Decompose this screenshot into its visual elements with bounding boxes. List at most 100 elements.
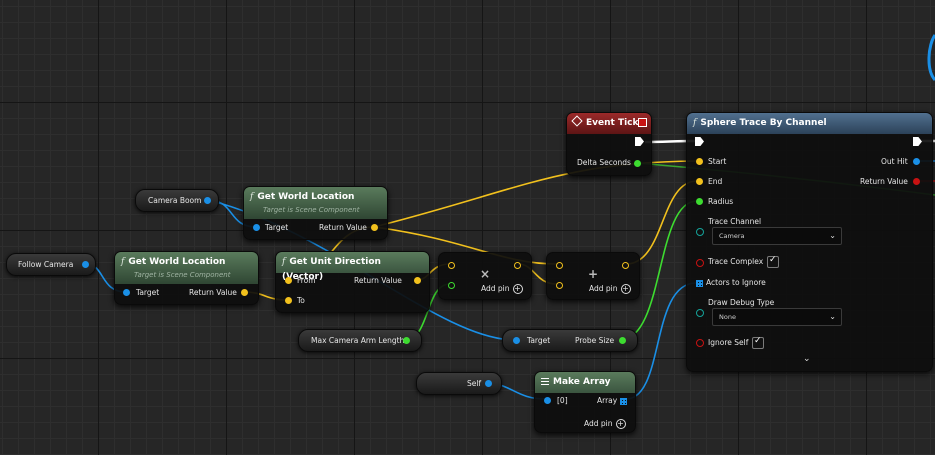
unit-dir-to-pin[interactable] (285, 297, 292, 304)
ignore-self-pin[interactable] (696, 339, 704, 347)
multiply-add-pin[interactable]: Add pin + (481, 284, 523, 294)
offscreen-node-edge (927, 34, 935, 82)
probe-target-pin[interactable] (513, 337, 520, 344)
probe-size-pin[interactable] (619, 337, 626, 344)
gwl1-header[interactable]: f Get World Location Target is Scene Comp… (244, 187, 387, 219)
multiply-a-pin[interactable] (448, 262, 455, 269)
max-camera-arm-length-label: Max Camera Arm Length (311, 336, 405, 345)
trace-complex-checkbox[interactable]: ✓ (767, 255, 779, 268)
camera-boom-node[interactable]: Camera Boom (135, 189, 219, 212)
expand-chevron-icon[interactable]: ⌄ (803, 354, 811, 364)
return-value-label: Return Value (860, 177, 908, 186)
event-tick-header[interactable]: Event Tick (567, 113, 651, 134)
unit-dir-from-pin[interactable] (285, 277, 292, 284)
multiply-node[interactable]: × Add pin + (438, 252, 532, 300)
add-node[interactable]: + Add pin + (546, 252, 640, 300)
exec-out-pin[interactable] (635, 137, 644, 146)
follow-camera-pin[interactable] (82, 261, 89, 268)
probe-size-node[interactable]: Target Probe Size (502, 329, 638, 352)
probe-target-label: Target (527, 336, 551, 345)
make-array-out-pin[interactable] (620, 398, 627, 405)
return-value-pin[interactable] (913, 178, 920, 185)
ignore-self-checkbox[interactable]: ✓ (752, 336, 764, 349)
event-icon (571, 115, 583, 127)
unit-dir-return-label: Return Value (354, 276, 402, 285)
unit-dir-from-label: From (297, 276, 316, 285)
trace-channel-value: Camera (719, 232, 745, 240)
add-add-pin[interactable]: Add pin + (589, 284, 631, 294)
add-add-pin-label: Add pin (589, 284, 618, 293)
radius-label: Radius (708, 197, 734, 206)
exec-then-pin[interactable] (913, 137, 922, 146)
make-array-header[interactable]: Make Array (535, 372, 635, 393)
draw-debug-type-label: Draw Debug Type (708, 298, 775, 307)
exec-in-pin[interactable] (695, 137, 704, 146)
sphere-trace-node[interactable]: f Sphere Trace By Channel Start Out Hit E… (686, 112, 933, 372)
start-label: Start (708, 157, 727, 166)
multiply-out-pin[interactable] (514, 262, 521, 269)
gwl1-target-pin[interactable] (253, 224, 260, 231)
delta-seconds-pin[interactable] (634, 160, 641, 167)
self-pin[interactable] (485, 380, 492, 387)
event-stop-icon (638, 118, 647, 127)
start-pin[interactable] (696, 158, 703, 165)
blueprint-graph[interactable]: Event Tick Delta Seconds f Sphere Trace B… (0, 0, 935, 455)
make-array-node[interactable]: Make Array [0] Array Add pin + (534, 371, 636, 433)
draw-debug-pin[interactable] (696, 309, 704, 317)
out-hit-pin[interactable] (913, 158, 920, 165)
multiply-b-pin[interactable] (448, 282, 455, 289)
unit-dir-header[interactable]: f Get Unit Direction (Vector) (276, 252, 429, 282)
make-array-title: Make Array (553, 377, 611, 387)
event-tick-node[interactable]: Event Tick Delta Seconds (566, 112, 652, 176)
follow-camera-node[interactable]: Follow Camera (6, 253, 96, 276)
add-pin-icon: + (512, 284, 523, 294)
end-pin[interactable] (696, 178, 703, 185)
self-label: Self (467, 379, 482, 388)
multiply-add-pin-label: Add pin (481, 284, 510, 293)
function-icon: f (693, 118, 697, 128)
make-array-item0-pin[interactable] (544, 397, 551, 404)
unit-dir-return-pin[interactable] (414, 277, 421, 284)
add-out-pin[interactable] (622, 262, 629, 269)
array-pin-icon[interactable] (696, 280, 703, 287)
get-world-location-node-1[interactable]: f Get World Location Target is Scene Comp… (243, 186, 388, 240)
camera-boom-label: Camera Boom (148, 196, 202, 205)
gwl1-return-pin[interactable] (371, 224, 378, 231)
add-symbol: + (588, 267, 599, 281)
gwl2-return-pin[interactable] (241, 289, 248, 296)
gwl2-target-pin[interactable] (123, 289, 130, 296)
max-camera-arm-length-node[interactable]: Max Camera Arm Length (298, 329, 422, 352)
max-camera-arm-length-pin[interactable] (403, 337, 410, 344)
gwl1-title: Get World Location (257, 192, 355, 202)
trace-complex-pin[interactable] (696, 259, 704, 267)
function-icon: f (282, 257, 286, 267)
trace-complex-label: Trace Complex (708, 257, 764, 266)
radius-pin[interactable] (696, 198, 703, 205)
make-array-add-pin[interactable]: Add pin + (584, 419, 626, 429)
camera-boom-pin[interactable] (204, 197, 211, 204)
draw-debug-dropdown[interactable]: None ⌄ (712, 308, 842, 326)
delta-seconds-label: Delta Seconds (577, 158, 631, 167)
add-a-pin[interactable] (556, 262, 563, 269)
trace-channel-pin[interactable] (696, 228, 704, 236)
add-b-pin[interactable] (556, 282, 563, 289)
checkmark-icon: ✓ (754, 336, 762, 346)
get-unit-direction-node[interactable]: f Get Unit Direction (Vector) From Return… (275, 251, 430, 313)
gwl2-return-label: Return Value (189, 288, 237, 297)
trace-channel-dropdown[interactable]: Camera ⌄ (712, 227, 842, 245)
gwl2-header[interactable]: f Get World Location Target is Scene Comp… (115, 252, 258, 284)
make-array-array-label: Array (597, 396, 618, 405)
chevron-down-icon: ⌄ (829, 312, 836, 321)
sphere-trace-header[interactable]: f Sphere Trace By Channel (687, 113, 932, 134)
gwl1-subtitle: Target is Scene Component (263, 206, 360, 214)
gwl2-target-label: Target (136, 288, 160, 297)
trace-channel-label: Trace Channel (708, 217, 762, 226)
unit-dir-to-label: To (297, 296, 305, 305)
self-node[interactable]: Self (416, 372, 502, 395)
function-icon: f (121, 257, 125, 267)
make-array-add-pin-label: Add pin (584, 419, 613, 428)
sphere-trace-title: Sphere Trace By Channel (700, 118, 827, 128)
end-label: End (708, 177, 723, 186)
get-world-location-node-2[interactable]: f Get World Location Target is Scene Comp… (114, 251, 259, 305)
function-icon: f (250, 192, 254, 202)
